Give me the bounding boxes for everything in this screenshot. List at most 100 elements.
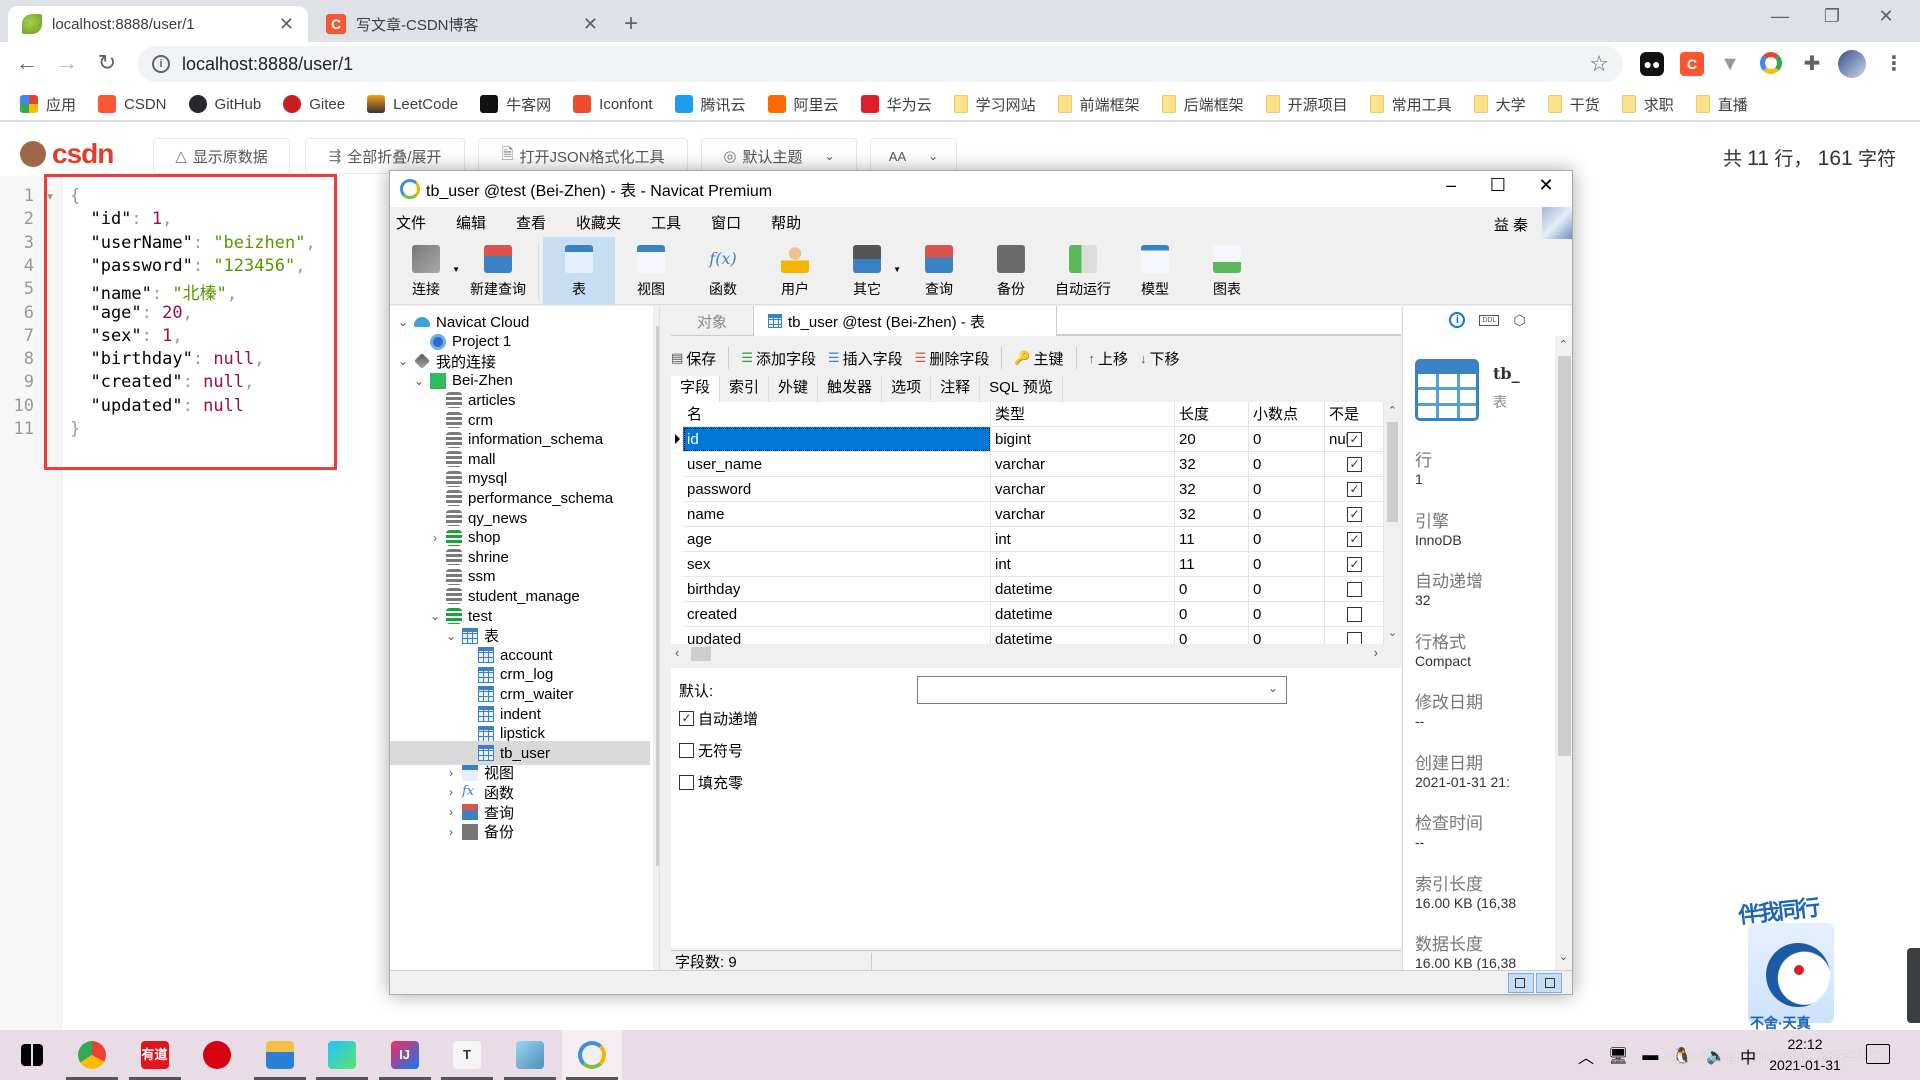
font-size-select[interactable]: AA ⌄	[870, 138, 957, 174]
field-row[interactable]: password varchar 32 0 ✓	[671, 477, 1391, 502]
bookmark-11[interactable]: 前端框架	[1057, 94, 1140, 115]
column-header[interactable]: 类型	[991, 402, 1175, 427]
field-type[interactable]: datetime	[991, 602, 1175, 627]
design-tab[interactable]: SQL 预览	[980, 376, 1063, 402]
bookmark-8[interactable]: 阿里云	[767, 94, 839, 115]
vue-devtools-icon[interactable]: ▼	[1718, 52, 1742, 76]
default-value-select[interactable]: ⌄	[917, 676, 1287, 704]
zerofill-checkbox[interactable]: 填充零	[679, 772, 743, 793]
restore-button[interactable]: ❐	[1812, 6, 1852, 27]
open-formatter-button[interactable]: 🗎 打开JSON格式化工具	[478, 138, 688, 174]
chevron-right-icon[interactable]: ›	[444, 805, 458, 819]
field-name[interactable]: created	[683, 602, 991, 627]
toolbar-automation-button[interactable]: 自动运行	[1047, 237, 1119, 305]
ime-indicator[interactable]: 中	[1740, 1044, 1756, 1068]
field-length[interactable]: 32	[1175, 452, 1249, 477]
field-name[interactable]: name	[683, 502, 991, 527]
field-length[interactable]: 20	[1175, 427, 1249, 452]
bookmark-14[interactable]: 常用工具	[1369, 94, 1452, 115]
taskbar-typora[interactable]: T	[437, 1030, 497, 1080]
toolbar-tools-button[interactable]: 其它 ▼	[831, 237, 903, 305]
bookmark-4[interactable]: LeetCode	[367, 95, 458, 113]
dropdown-arrow-icon[interactable]: ▼	[893, 265, 901, 274]
field-type[interactable]: int	[991, 552, 1175, 577]
field-decimals[interactable]: 0	[1249, 477, 1325, 502]
field-decimals[interactable]: 0	[1249, 527, 1325, 552]
toggle-right-pane-button[interactable]	[1536, 973, 1562, 993]
close-tab-icon[interactable]: ✕	[279, 14, 294, 35]
battery-icon[interactable]: ▬	[1642, 1047, 1658, 1065]
column-header[interactable]: 名	[683, 402, 991, 427]
menu-item[interactable]: 查看	[516, 212, 546, 233]
field-decimals[interactable]: 0	[1249, 577, 1325, 602]
minimize-button[interactable]: —	[1760, 6, 1800, 27]
checkbox-checked[interactable]: ✓	[1347, 432, 1362, 447]
bookmark-9[interactable]: 华为云	[860, 94, 932, 115]
tab-objects[interactable]: 对象	[671, 306, 753, 336]
field-decimals[interactable]: 0	[1249, 552, 1325, 577]
reload-button[interactable]: ↻	[92, 50, 122, 76]
tab-csdn-write[interactable]: C 写文章-CSDN博客 ✕	[312, 6, 612, 42]
add-field-button[interactable]: ☰ 添加字段	[741, 348, 816, 369]
field-decimals[interactable]: 0	[1249, 602, 1325, 627]
field-name[interactable]: birthday	[683, 577, 991, 602]
settings-hex-icon[interactable]: ⬡	[1513, 312, 1525, 329]
chevron-down-icon[interactable]: ⌄	[428, 609, 442, 623]
maximize-button[interactable]: ☐	[1474, 175, 1522, 196]
side-widget[interactable]	[1907, 948, 1920, 1023]
bookmark-1[interactable]: CSDN	[98, 95, 167, 113]
user-avatar[interactable]	[1542, 207, 1572, 239]
scrollbar-thumb[interactable]	[656, 326, 659, 866]
checkbox-checked[interactable]: ✓	[1347, 457, 1362, 472]
field-length[interactable]: 11	[1175, 527, 1249, 552]
column-header[interactable]: 不是 null	[1325, 402, 1384, 448]
field-name[interactable]: password	[683, 477, 991, 502]
tampermonkey-icon[interactable]: ●●	[1640, 52, 1664, 76]
field-name[interactable]: id	[683, 427, 991, 452]
scroll-up-icon[interactable]: ⌃	[1555, 338, 1572, 351]
scrollbar-thumb[interactable]	[1558, 356, 1571, 756]
checkbox-unchecked[interactable]	[679, 775, 694, 790]
info-icon[interactable]: i	[1449, 312, 1466, 328]
menu-item[interactable]: 编辑	[456, 212, 486, 233]
toolbar-backup-button[interactable]: 备份	[975, 237, 1047, 305]
arrow-down-button[interactable]: ↓ 下移	[1140, 348, 1180, 369]
field-type[interactable]: int	[991, 527, 1175, 552]
taskbar-chrome[interactable]	[62, 1030, 122, 1080]
taskbar-start[interactable]	[2, 1030, 62, 1080]
clock[interactable]: 22:12 2021-01-31	[1760, 1034, 1850, 1076]
bookmark-star-icon[interactable]: ☆	[1589, 51, 1609, 77]
bookmark-7[interactable]: 腾讯云	[674, 94, 746, 115]
scrollbar-thumb[interactable]	[691, 647, 711, 661]
bookmark-12[interactable]: 后端框架	[1161, 94, 1244, 115]
scroll-left-icon[interactable]: ‹	[675, 645, 679, 660]
chrome-extension-icon[interactable]	[1760, 52, 1782, 74]
field-name[interactable]: user_name	[683, 452, 991, 477]
checkbox-checked[interactable]: ✓	[1347, 507, 1362, 522]
bookmark-13[interactable]: 开源项目	[1265, 94, 1348, 115]
field-length[interactable]: 11	[1175, 552, 1249, 577]
save-button[interactable]: ▤ 保存	[671, 348, 716, 369]
notification-center-icon[interactable]	[1866, 1044, 1890, 1064]
field-type[interactable]: datetime	[991, 577, 1175, 602]
chevron-right-icon[interactable]: ›	[428, 531, 442, 545]
tab-localhost[interactable]: localhost:8888/user/1 ✕	[8, 6, 308, 42]
theme-select[interactable]: ◎ 默认主题 ⌄	[701, 138, 857, 174]
field-type[interactable]: varchar	[991, 477, 1175, 502]
minimize-button[interactable]: –	[1427, 175, 1475, 196]
field-length[interactable]: 0	[1175, 602, 1249, 627]
toolbar-view-button[interactable]: 视图	[615, 237, 687, 305]
menu-item[interactable]: 文件	[396, 212, 426, 233]
bookmark-16[interactable]: 干货	[1547, 94, 1600, 115]
checkbox-unchecked[interactable]	[1347, 582, 1362, 597]
field-row[interactable]: age int 11 0 ✓	[671, 527, 1391, 552]
auto-increment-checkbox[interactable]: ✓ 自动递增	[679, 708, 758, 729]
toggle-fold-button[interactable]: ⇶ 全部折叠/展开	[305, 138, 465, 174]
dropdown-arrow-icon[interactable]: ▼	[452, 265, 460, 274]
field-length[interactable]: 0	[1175, 577, 1249, 602]
qq-icon[interactable]: 🐧	[1672, 1046, 1692, 1066]
design-tab[interactable]: 触发器	[818, 376, 883, 402]
field-length[interactable]: 32	[1175, 502, 1249, 527]
chevron-right-icon[interactable]: ›	[444, 785, 458, 799]
bookmark-0[interactable]: 应用	[20, 94, 76, 115]
